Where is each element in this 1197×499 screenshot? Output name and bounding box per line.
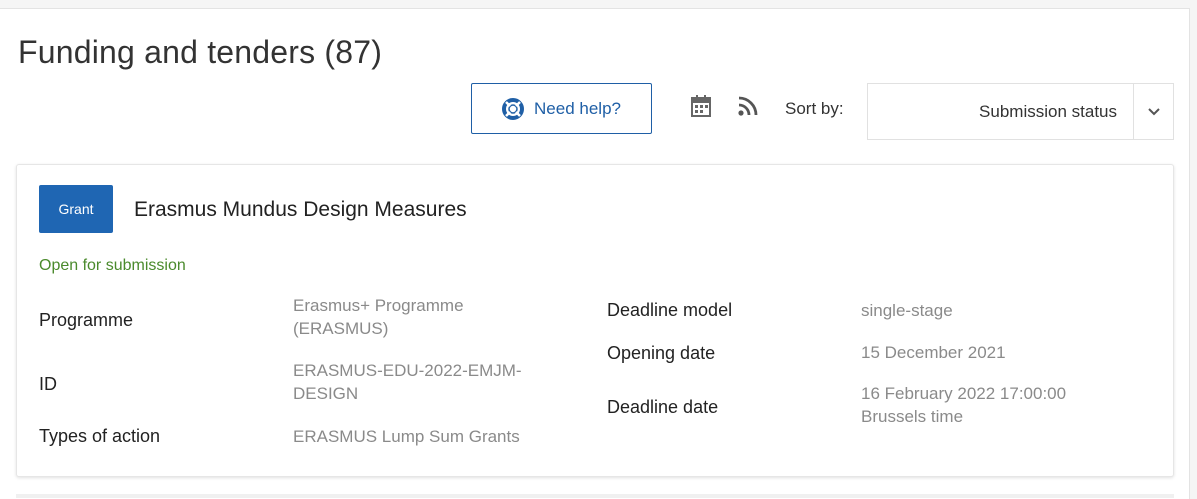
id-label: ID xyxy=(39,374,57,394)
programme-value-line1: Erasmus+ Programme xyxy=(293,296,464,315)
opening-date-label: Opening date xyxy=(607,343,716,363)
type-badge: Grant xyxy=(39,185,113,233)
types-of-action-value: ERASMUS Lump Sum Grants xyxy=(293,427,520,446)
opening-date-value: 15 December 2021 xyxy=(861,343,1006,362)
id-value-line2: DESIGN xyxy=(293,384,359,403)
funding-card: Grant Erasmus Mundus Design Measures Ope… xyxy=(16,164,1174,477)
chevron-down-icon[interactable] xyxy=(1134,107,1173,117)
rss-icon[interactable] xyxy=(737,94,759,118)
calendar-icon[interactable] xyxy=(690,94,712,118)
next-card-edge xyxy=(16,494,1174,498)
status-text: Open for submission xyxy=(39,257,186,274)
sort-by-label: Sort by: xyxy=(785,99,844,118)
deadline-date-label: Deadline date xyxy=(607,397,719,417)
programme-label: Programme xyxy=(39,310,134,330)
deadline-model-label: Deadline model xyxy=(607,300,733,320)
deadline-date-value-line2: Brussels time xyxy=(861,407,964,426)
deadline-model-value: single-stage xyxy=(861,301,953,320)
programme-value-line2: (ERASMUS) xyxy=(293,319,389,338)
need-help-label: Need help? xyxy=(534,98,621,118)
card-title-link[interactable]: Erasmus Mundus Design Measures xyxy=(134,198,467,222)
deadline-date-value-line1: 16 February 2022 17:00:00 xyxy=(861,384,1067,403)
need-help-button[interactable]: Need help? xyxy=(471,83,652,134)
help-icon xyxy=(502,97,525,120)
page-title: Funding and tenders (87) xyxy=(18,34,383,70)
id-value-line1: ERASMUS-EDU-2022-EMJM- xyxy=(293,361,522,380)
sort-select[interactable]: Submission status xyxy=(867,83,1174,140)
types-of-action-label: Types of action xyxy=(39,426,161,446)
sort-selected-value: Submission status xyxy=(979,101,1117,121)
